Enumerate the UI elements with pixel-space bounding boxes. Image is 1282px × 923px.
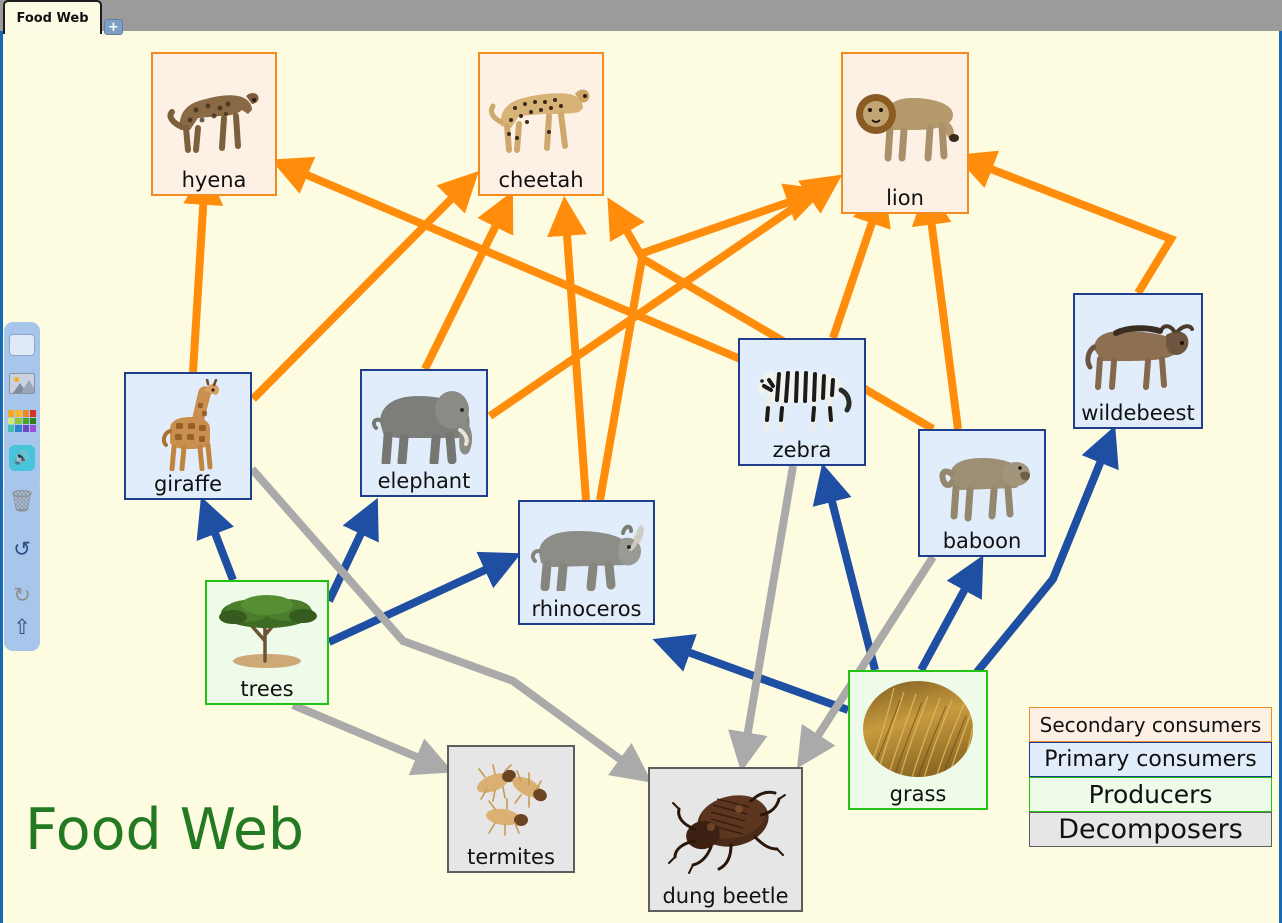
color-palette-tool[interactable] [8,407,36,435]
node-label: dung beetle [662,884,789,908]
node-wildebeest[interactable]: wildebeest [1073,293,1203,429]
blank-card-icon [9,334,35,356]
tab-food-web[interactable]: Food Web [3,0,102,34]
wildebeest-image [1075,297,1201,403]
image-tool[interactable] [8,369,36,397]
legend-row-decomposers: Decomposers [1029,812,1272,847]
edge-grass-baboon [917,555,984,672]
node-label: termites [467,845,555,869]
node-cheetah[interactable]: cheetah [478,52,604,196]
node-baboon[interactable]: baboon [918,429,1046,557]
elephant-image [362,373,486,471]
node-label: trees [240,677,294,701]
edge-zebra-dungbeetle [728,465,797,773]
speaker-icon: 🔊 [9,445,35,471]
edge-trees-giraffe [196,496,237,582]
acacia-tree-image [207,584,327,679]
node-elephant[interactable]: elephant [360,369,488,497]
blank-card-tool[interactable] [8,331,36,359]
sound-tool[interactable]: 🔊 [8,444,36,472]
node-label: wildebeest [1081,401,1195,425]
node-label: lion [886,186,924,210]
delete-tool[interactable]: 🗑 [8,487,36,515]
legend: Secondary consumers Primary consumers Pr… [1029,707,1272,847]
dung-beetle-image [650,771,801,886]
grass-image [850,674,986,784]
node-label: baboon [942,529,1022,553]
node-label: hyena [181,168,247,192]
add-tab-button[interactable]: + [104,19,123,35]
hyena-image [153,56,275,170]
tab-bar: + Food Web [0,0,1282,35]
node-hyena[interactable]: hyena [151,52,277,196]
legend-row-producers: Producers [1029,777,1272,812]
toolbar-share-group: ⇧ [4,603,40,651]
trash-icon: 🗑 [8,488,36,513]
picture-icon [9,372,35,394]
edge-giraffe-cheetah [250,171,479,402]
node-label: elephant [377,469,471,493]
node-dung-beetle[interactable]: dung beetle [648,767,803,912]
toolbar-create-group: 🔊 [4,322,40,490]
node-trees[interactable]: trees [205,580,329,705]
legend-row-primary-consumers: Primary consumers [1029,742,1272,777]
termites-image [449,749,573,847]
node-grass[interactable]: grass [848,670,988,810]
legend-row-secondary-consumers: Secondary consumers [1029,707,1272,742]
giraffe-image [126,376,250,474]
page-title: Food Web [25,797,305,863]
edge-trees-termites [291,701,454,776]
node-label: cheetah [498,168,584,192]
zebra-image [740,342,864,440]
node-label: grass [889,782,947,806]
lion-image [843,56,967,188]
app-window: + Food Web 🔊 🗑 ↺ ↻ ⇧ hyena cheetah lion … [0,0,1282,923]
share-tool[interactable]: ⇧ [8,613,36,641]
node-label: giraffe [153,472,223,496]
undo-icon: ↺ [13,536,31,561]
node-lion[interactable]: lion [841,52,969,214]
edge-zebra-lion [829,185,891,340]
rhinoceros-image [520,504,653,599]
edge-trees-rhino [327,551,522,646]
edge-wildebeest-lion [954,150,1177,296]
node-rhinoceros[interactable]: rhinoceros [518,500,655,625]
share-icon: ⇧ [13,614,31,639]
node-giraffe[interactable]: giraffe [124,372,252,500]
diagram-canvas[interactable]: 🔊 🗑 ↺ ↻ ⇧ hyena cheetah lion wildebeest … [0,31,1282,923]
node-label: zebra [772,438,832,462]
edge-giraffe-hyena [183,164,224,373]
baboon-image [920,433,1044,531]
node-termites[interactable]: termites [447,745,575,873]
node-label: rhinoceros [531,597,642,621]
node-zebra[interactable]: zebra [738,338,866,466]
edge-grass-zebra [812,463,879,671]
undo-tool[interactable]: ↺ [8,535,36,563]
cheetah-image [480,56,602,170]
edge-baboon-lion [911,184,962,430]
palette-icon [8,410,36,432]
